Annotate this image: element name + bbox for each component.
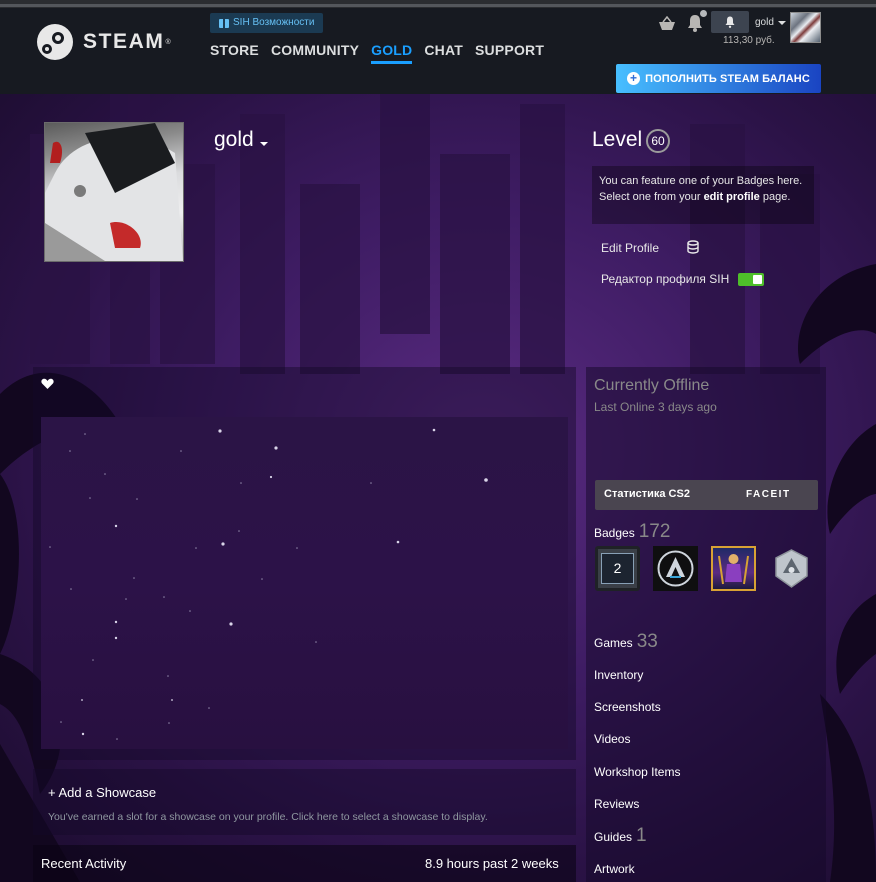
featured-badge-line3: page. [759,191,791,203]
plus-circle-icon: + [627,72,641,85]
nav-chat[interactable]: CHAT [424,42,463,64]
inventory-link[interactable]: Inventory [594,668,643,682]
notifications-button[interactable] [711,11,749,33]
cart-icon[interactable] [658,15,676,37]
featured-badge-line2: Select one from your [599,191,704,203]
games-label: Games [594,636,633,650]
nav-profile[interactable]: GOLD [371,42,413,64]
recent-activity-hours: 8.9 hours past 2 weeks [425,856,559,871]
silver-emblem-icon [775,549,808,588]
header-avatar[interactable] [790,12,821,43]
featured-badge-line1: You can feature one of your Badges here. [599,175,803,187]
featured-badge-text: You can feature one of your Badges here.… [599,173,814,205]
coins-icon[interactable] [686,240,700,259]
last-online: Last Online 3 days ago [594,400,717,414]
nav-store[interactable]: STORE [210,42,259,64]
edit-profile-button[interactable]: Edit Profile [601,241,659,255]
window-top-bar [0,0,876,8]
workshop-items-link[interactable]: Workshop Items [594,765,680,779]
notification-bell-icon [725,16,735,28]
main-nav: STORE COMMUNITY GOLD CHAT SUPPORT [210,42,544,64]
badges-label: Badges [594,526,635,540]
hero-artwork-icon [718,554,749,585]
nav-community[interactable]: COMMUNITY [271,42,359,64]
artwork-link[interactable]: Artwork [594,862,635,876]
add-funds-label: ПОПОЛНИТЬ STEAM БАЛАНС [645,72,810,85]
account-menu-name[interactable]: gold [755,17,774,28]
stars-decoration [49,428,488,740]
profile-avatar[interactable] [44,122,184,262]
recent-activity-title: Recent Activity [41,856,127,871]
nav-support[interactable]: SUPPORT [475,42,544,64]
persona-name[interactable]: gold [214,128,268,152]
chevron-down-icon[interactable] [259,142,268,146]
persona-name-text: gold [214,128,254,151]
badge-silver[interactable] [769,546,814,591]
guides-count: 1 [636,825,647,846]
badges-count: 172 [638,521,671,542]
trademark-mark: ® [165,38,171,46]
book-icon [219,18,229,28]
chevron-down-icon[interactable] [778,21,786,25]
online-status: Currently Offline [594,377,710,394]
videos-link[interactable]: Videos [594,732,630,746]
notification-dot [700,10,707,17]
games-link[interactable]: Games 33 [594,631,658,653]
add-funds-button[interactable]: + ПОПОЛНИТЬ STEAM БАЛАНС [616,64,821,93]
level-badge[interactable]: 60 [646,129,670,153]
badge-cs2-medal[interactable] [653,546,698,591]
steam-logo[interactable]: STEAM ® [37,24,171,60]
sih-editor-toggle[interactable] [738,273,764,286]
steam-logo-icon [37,24,73,60]
add-showcase-box[interactable] [33,769,576,835]
add-showcase-description: You've earned a slot for a showcase on y… [48,811,488,823]
sih-features-label: SIH Возможности [233,17,315,28]
guides-link[interactable]: Guides 1 [594,825,647,847]
bell-icon[interactable] [687,14,703,37]
featured-badge-box: You can feature one of your Badges here.… [592,166,814,224]
badge-artwork[interactable] [711,546,756,591]
heart-icon[interactable] [41,377,54,395]
faceit-logo: FACEIT [746,489,791,500]
games-count: 33 [636,631,658,652]
badge-years-of-service[interactable]: 2 [595,546,640,591]
badge-years-number: 2 [601,553,634,584]
reviews-link[interactable]: Reviews [594,797,639,811]
cs2-stats-label: Статистика CS2 [604,488,690,500]
screenshots-link[interactable]: Screenshots [594,700,661,714]
car-avatar-image [45,123,183,261]
sih-features-button[interactable]: SIH Возможности [210,13,324,33]
sih-profile-editor-label: Редактор профиля SIH [601,272,730,286]
animated-background-panel [41,417,568,749]
add-showcase-title[interactable]: + Add a Showcase [48,785,156,800]
steam-logo-text: STEAM [83,30,165,53]
level-label: Level [592,128,643,151]
badges-link[interactable]: Badges 172 [594,521,670,543]
edit-profile-link[interactable]: edit profile [704,191,760,203]
cs2-medal-icon [657,550,694,587]
guides-label: Guides [594,830,633,844]
wallet-balance: 113,30 руб. [723,35,775,46]
